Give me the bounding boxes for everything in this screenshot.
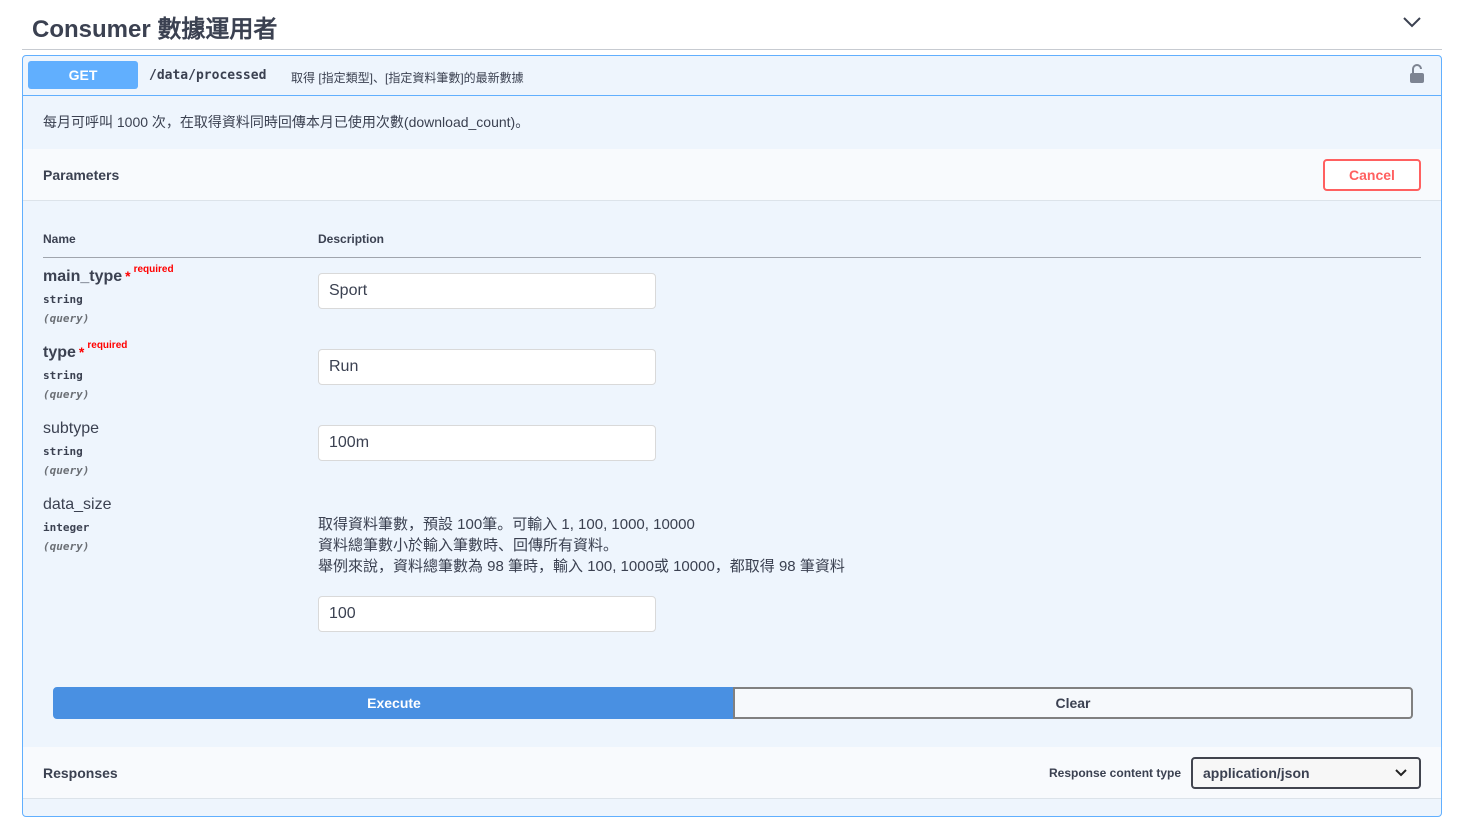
method-badge: GET [28, 61, 138, 89]
lock-icon[interactable] [1409, 64, 1425, 84]
param-type-type: string [43, 369, 83, 382]
subtype-input[interactable]: 100m [318, 425, 656, 461]
operation-path: /data/processed [149, 68, 267, 83]
required-label: required [133, 264, 174, 275]
param-in-data-size: (query) [43, 540, 90, 553]
param-type-main-type: string [43, 293, 83, 306]
param-name-main-type: main_type * required [43, 264, 174, 286]
column-header-description: Description [318, 232, 385, 246]
operation-summary[interactable]: GET /data/processed 取得 [指定類型]、[指定資料筆數]的最… [23, 56, 1441, 96]
parameters-header: Parameters Cancel [23, 149, 1441, 201]
section-title: Consumer 數據運用者 [32, 16, 278, 43]
execute-button-group: Execute Clear [53, 687, 1413, 719]
param-name-subtype: subtype [43, 420, 100, 437]
main-type-input[interactable]: Sport [318, 273, 656, 309]
type-input[interactable]: Run [318, 349, 656, 385]
operation-block: GET /data/processed 取得 [指定類型]、[指定資料筆數]的最… [22, 55, 1442, 817]
response-content-type-select[interactable]: application/json [1191, 757, 1421, 789]
param-in-type: (query) [43, 388, 90, 401]
description-line: 資料總筆數小於輸入筆數時、回傳所有資料。 [318, 537, 619, 554]
operation-summary-text: 取得 [指定類型]、[指定資料筆數]的最新數據 [291, 71, 524, 85]
section-header[interactable]: Consumer 數據運用者 [22, 0, 1442, 50]
description-line: 舉例來說，資料總筆數為 98 筆時，輸入 100, 1000或 10000，都取… [318, 558, 845, 575]
column-header-name: Name [43, 232, 76, 246]
cancel-button[interactable]: Cancel [1323, 159, 1421, 191]
param-in-main-type: (query) [43, 312, 90, 325]
param-in-subtype: (query) [43, 464, 90, 477]
parameters-title: Parameters [43, 167, 120, 183]
param-name-text: main_type [43, 268, 123, 285]
data-size-input[interactable]: 100 [318, 596, 656, 632]
execute-button[interactable]: Execute [53, 687, 735, 719]
operation-description: 每月可呼叫 1000 次，在取得資料同時回傳本月已使用次數(download_c… [43, 114, 530, 130]
column-divider [43, 257, 1421, 258]
param-description-data-size: 取得資料筆數，預設 100筆。可輸入 1, 100, 1000, 10000 資… [318, 514, 845, 577]
required-star: * [78, 344, 85, 360]
required-label: required [87, 340, 128, 351]
selected-content-type: application/json [1203, 765, 1310, 781]
required-star: * [125, 268, 131, 284]
param-name-data-size: data_size [43, 496, 112, 513]
description-line: 取得資料筆數，預設 100筆。可輸入 1, 100, 1000, 10000 [318, 516, 695, 533]
param-type-data-size: integer [43, 521, 90, 534]
chevron-down-icon[interactable] [1402, 14, 1422, 30]
responses-header: Responses Response content type applicat… [23, 747, 1441, 799]
param-name-text: type [43, 344, 76, 361]
responses-title: Responses [43, 765, 118, 781]
chevron-down-icon [1395, 769, 1407, 777]
param-name-type: type * required [43, 340, 127, 362]
clear-button[interactable]: Clear [733, 687, 1413, 719]
param-type-subtype: string [43, 445, 83, 458]
response-content-type-label: Response content type [1049, 766, 1182, 780]
